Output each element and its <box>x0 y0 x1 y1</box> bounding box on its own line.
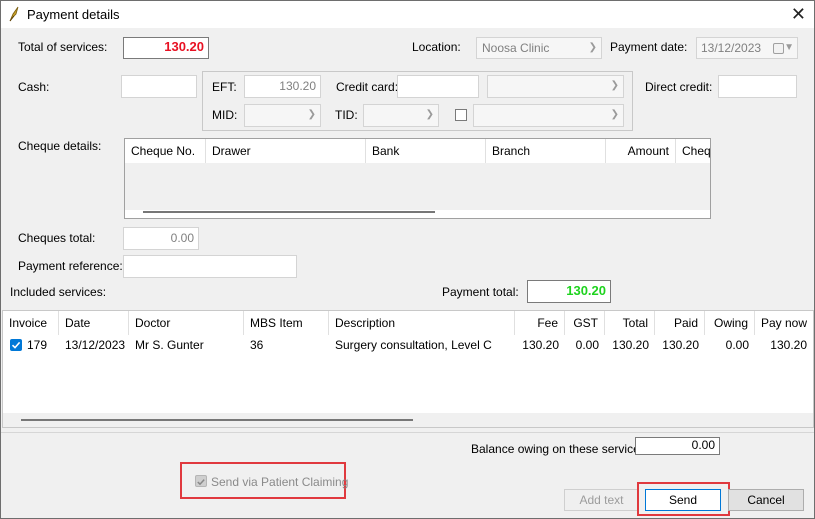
window-title: Payment details <box>27 7 120 22</box>
cell-paid: 130.20 <box>662 338 699 352</box>
direct-credit-input[interactable] <box>718 75 797 98</box>
col-invoice[interactable]: Invoice <box>3 311 59 335</box>
dialog-body: Total of services: 130.20 Location: Noos… <box>1 28 814 518</box>
cheque-col-cheque[interactable]: Cheque <box>676 139 710 163</box>
chevron-down-icon: ❯ <box>588 42 597 53</box>
cheque-col-no[interactable]: Cheque No. <box>125 139 206 163</box>
chevron-down-icon: ❯ <box>610 109 619 120</box>
chevron-down-icon: ❯ <box>610 80 619 91</box>
location-label: Location: <box>412 40 461 54</box>
direct-credit-label: Direct credit: <box>645 80 713 94</box>
cell-invoice: 179 <box>27 338 48 352</box>
divider <box>1 432 814 433</box>
cheque-details-table[interactable]: Cheque No. Drawer Bank Branch Amount Che… <box>124 138 711 219</box>
col-total[interactable]: Total <box>605 311 655 335</box>
cell-total: 130.20 <box>612 338 649 352</box>
add-text-button[interactable]: Add text <box>564 489 639 511</box>
cheque-col-bank[interactable]: Bank <box>366 139 486 163</box>
balance-owing-label: Balance owing on these services: <box>471 442 650 456</box>
chevron-down-icon: ❯ <box>425 109 434 120</box>
cheque-col-amount[interactable]: Amount <box>606 139 676 163</box>
send-via-claiming-label: Send via Patient Claiming <box>211 475 349 489</box>
cell-fee: 130.20 <box>522 338 559 352</box>
col-doctor[interactable]: Doctor <box>129 311 244 335</box>
total-services-label: Total of services: <box>18 40 108 54</box>
included-services-table[interactable]: Invoice Date Doctor MBS Item Description… <box>2 310 814 428</box>
col-description[interactable]: Description <box>329 311 515 335</box>
credit-card-input[interactable] <box>397 75 479 98</box>
balance-owing-field: 0.00 <box>635 437 720 455</box>
chevron-down-icon: ▼ <box>784 42 794 53</box>
send-button[interactable]: Send <box>645 489 721 511</box>
cell-pay-now: 130.20 <box>770 338 807 352</box>
mid-label: MID: <box>212 108 238 122</box>
payment-date-label: Payment date: <box>610 40 688 54</box>
cell-mbs-item: 36 <box>250 338 264 352</box>
table-row[interactable]: 179 13/12/2023 Mr S. Gunter 36 Surgery c… <box>3 335 813 355</box>
tid-extra-checkbox[interactable] <box>455 109 467 121</box>
cell-gst: 0.00 <box>575 338 599 352</box>
eft-label: EFT: <box>212 80 237 94</box>
location-select[interactable]: Noosa Clinic ❯ <box>476 37 602 59</box>
payment-reference-input[interactable] <box>123 255 297 278</box>
cell-doctor: Mr S. Gunter <box>135 338 204 352</box>
cell-date: 13/12/2023 <box>65 338 126 352</box>
cheque-col-drawer[interactable]: Drawer <box>206 139 366 163</box>
payment-date-picker[interactable]: 13/12/2023 ▼ <box>696 37 798 59</box>
cash-input[interactable] <box>121 75 197 98</box>
cheque-table-scrollbar[interactable] <box>143 211 435 213</box>
cash-label: Cash: <box>18 80 50 94</box>
calendar-checkbox-icon[interactable] <box>773 43 784 54</box>
app-feather-icon <box>9 6 19 22</box>
cheque-table-empty-area <box>125 163 710 210</box>
row-select-checkbox[interactable] <box>10 339 22 351</box>
cheques-total-label: Cheques total: <box>18 231 96 245</box>
title-bar: Payment details ✕ <box>1 1 814 28</box>
col-pay-now[interactable]: Pay now <box>755 311 813 335</box>
cheques-total-field: 0.00 <box>123 227 199 250</box>
cancel-button[interactable]: Cancel <box>728 489 804 511</box>
payment-date-value: 13/12/2023 <box>701 41 762 55</box>
credit-card-label: Credit card: <box>336 80 399 94</box>
payment-total-label: Payment total: <box>442 285 519 299</box>
cell-description: Surgery consultation, Level C <box>335 338 492 352</box>
cheque-col-branch[interactable]: Branch <box>486 139 606 163</box>
payment-reference-label: Payment reference: <box>18 259 123 273</box>
col-paid[interactable]: Paid <box>655 311 705 335</box>
eft-input[interactable]: 130.20 <box>244 75 321 98</box>
tid-select[interactable]: ❯ <box>363 104 439 127</box>
close-icon[interactable]: ✕ <box>791 4 806 24</box>
tid-label: TID: <box>335 108 358 122</box>
cheque-details-label: Cheque details: <box>18 139 102 153</box>
checkmark-icon <box>197 479 205 486</box>
col-gst[interactable]: GST <box>565 311 605 335</box>
services-table-scrollbar[interactable] <box>21 419 413 421</box>
total-services-field: 130.20 <box>123 37 209 59</box>
checkmark-icon <box>11 341 21 349</box>
tid-extra-select[interactable]: ❯ <box>473 104 624 127</box>
payment-total-field: 130.20 <box>527 280 611 303</box>
cell-owing: 0.00 <box>725 338 749 352</box>
included-services-label: Included services: <box>10 285 107 299</box>
chevron-down-icon: ❯ <box>307 109 316 120</box>
mid-select[interactable]: ❯ <box>244 104 321 127</box>
col-fee[interactable]: Fee <box>515 311 565 335</box>
col-date[interactable]: Date <box>59 311 129 335</box>
col-mbs-item[interactable]: MBS Item <box>244 311 329 335</box>
payment-details-window: Payment details ✕ Total of services: 130… <box>0 0 815 519</box>
location-value: Noosa Clinic <box>482 41 550 55</box>
col-owing[interactable]: Owing <box>705 311 755 335</box>
send-via-claiming-checkbox[interactable] <box>195 475 207 487</box>
credit-card-type-select[interactable]: ❯ <box>487 75 624 98</box>
